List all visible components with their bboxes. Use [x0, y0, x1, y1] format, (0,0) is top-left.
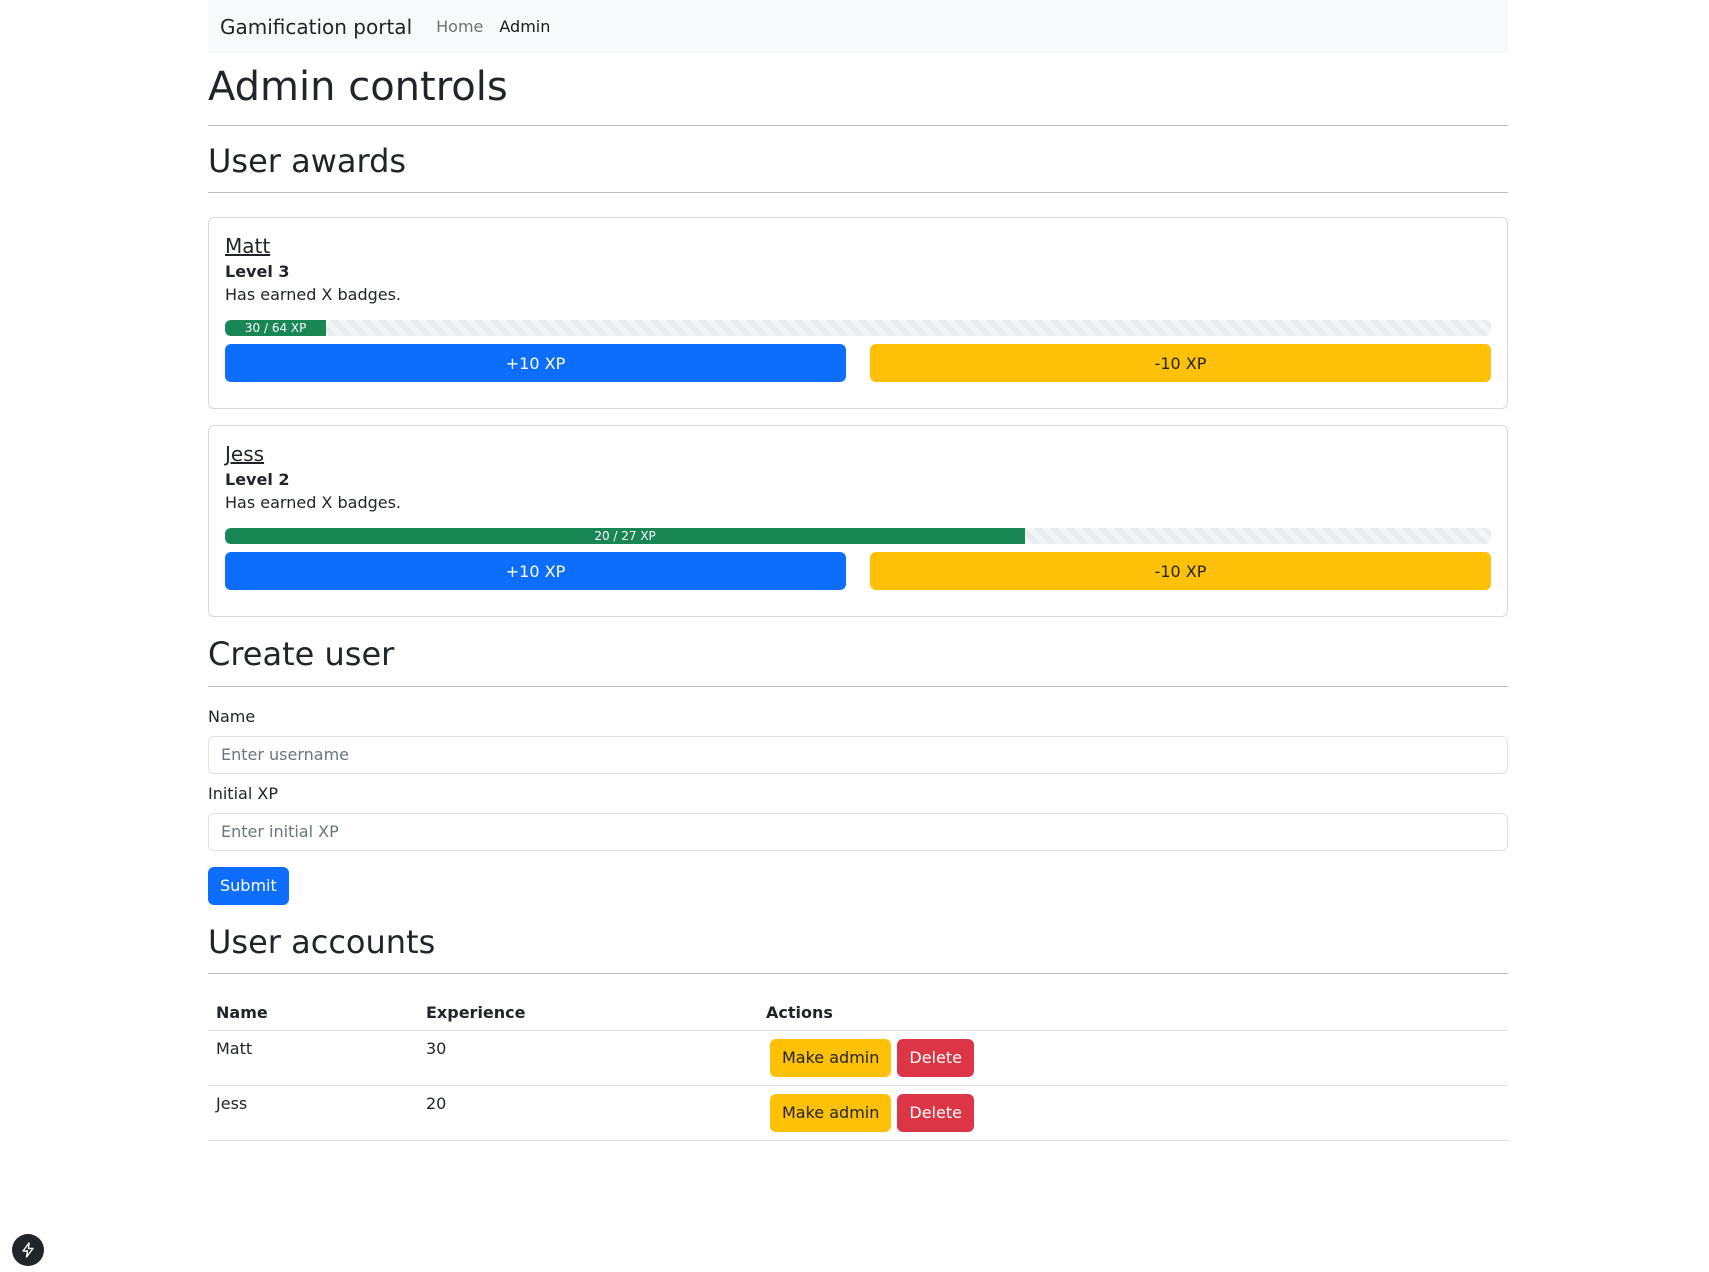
- add-xp-button[interactable]: +10 XP: [225, 344, 846, 383]
- award-user-level: Level 3: [225, 262, 290, 282]
- navbar: Gamification portal Home Admin: [208, 0, 1508, 53]
- nav-link-admin[interactable]: Admin: [499, 17, 550, 36]
- bolt-glyph: [22, 1242, 34, 1258]
- award-user-name[interactable]: Jess: [225, 442, 264, 466]
- cell-experience: 20: [418, 1085, 758, 1141]
- nav-link-home[interactable]: Home: [436, 17, 483, 36]
- remove-xp-button[interactable]: -10 XP: [870, 552, 1491, 591]
- award-user-level: Level 2: [225, 470, 290, 490]
- create-user-heading: Create user: [208, 635, 395, 674]
- user-awards-heading: User awards: [208, 142, 407, 180]
- delete-button[interactable]: Delete: [897, 1038, 974, 1077]
- cell-actions: Make admin Delete: [758, 1030, 1508, 1086]
- xp-progress-bar: 20 / 27 XP: [225, 528, 1026, 545]
- column-header-experience: Experience: [418, 974, 758, 1031]
- award-user-badges: Has earned X badges.: [225, 285, 402, 305]
- award-user-badges: Has earned X badges.: [225, 493, 402, 513]
- xp-progress: 30 / 64 XP: [225, 320, 1491, 337]
- make-admin-button[interactable]: Make admin: [770, 1093, 892, 1132]
- create-user-divider: [208, 685, 1508, 687]
- awards-divider: [208, 192, 1508, 194]
- award-user-name[interactable]: Matt: [225, 234, 270, 258]
- make-admin-button[interactable]: Make admin: [770, 1038, 892, 1077]
- cell-experience: 30: [418, 1030, 758, 1086]
- xp-progress: 20 / 27 XP: [225, 528, 1491, 545]
- xp-progress-bar: 30 / 64 XP: [225, 320, 327, 337]
- accounts-table: Name Experience Actions Matt 30 Make adm…: [208, 974, 1508, 1141]
- add-xp-button[interactable]: +10 XP: [225, 552, 846, 591]
- remove-xp-button[interactable]: -10 XP: [870, 344, 1491, 383]
- table-header-row: Name Experience Actions: [208, 974, 1508, 1031]
- cell-actions: Make admin Delete: [758, 1085, 1508, 1141]
- bolt-icon[interactable]: [12, 1234, 44, 1266]
- award-card: Jess Level 2 Has earned X badges. 20 / 2…: [208, 425, 1508, 618]
- initial-xp-label: Initial XP: [208, 783, 278, 803]
- cell-name: Matt: [208, 1030, 418, 1086]
- award-card: Matt Level 3 Has earned X badges. 30 / 6…: [208, 217, 1508, 410]
- page-title: Admin controls: [208, 64, 508, 110]
- cell-name: Jess: [208, 1085, 418, 1141]
- column-header-actions: Actions: [758, 974, 1508, 1031]
- submit-button[interactable]: Submit: [208, 866, 289, 905]
- delete-button[interactable]: Delete: [897, 1093, 974, 1132]
- username-input[interactable]: [208, 735, 1508, 774]
- navbar-brand[interactable]: Gamification portal: [220, 15, 412, 39]
- name-label: Name: [208, 706, 256, 726]
- initial-xp-input[interactable]: [208, 812, 1508, 851]
- user-accounts-heading: User accounts: [208, 922, 436, 961]
- table-row: Jess 20 Make admin Delete: [208, 1085, 1508, 1141]
- column-header-name: Name: [208, 974, 418, 1031]
- title-divider: [208, 125, 1508, 126]
- table-row: Matt 30 Make admin Delete: [208, 1030, 1508, 1086]
- main-container: Gamification portal Home Admin Admin con…: [208, 0, 1508, 1141]
